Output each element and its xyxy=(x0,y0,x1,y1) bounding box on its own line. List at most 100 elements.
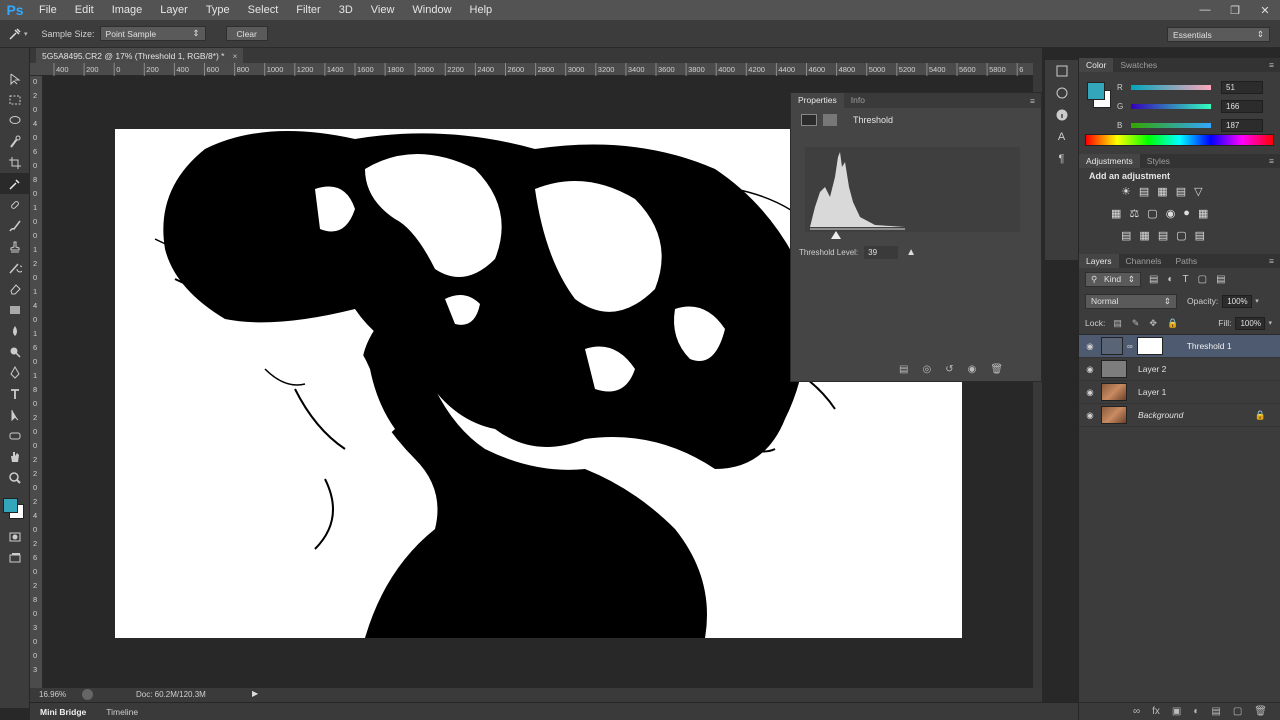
tab-info[interactable]: Info xyxy=(844,93,872,108)
menu-help[interactable]: Help xyxy=(461,0,502,20)
photo-filter-icon[interactable]: ◉ xyxy=(1166,207,1176,220)
close-icon[interactable]: ✕ xyxy=(1250,0,1280,20)
tab-paths[interactable]: Paths xyxy=(1168,254,1204,268)
menu-3d[interactable]: 3D xyxy=(330,0,362,20)
visibility-icon[interactable]: ◉ xyxy=(968,364,977,375)
delete-icon[interactable]: 🗑 xyxy=(990,364,1003,375)
adjustment-icon[interactable] xyxy=(801,114,817,126)
zoom-level[interactable]: 16.96% xyxy=(39,690,66,699)
opacity-chevron-icon[interactable]: ▾ xyxy=(1255,297,1259,305)
tab-mini-bridge[interactable]: Mini Bridge xyxy=(30,707,96,717)
menu-type[interactable]: Type xyxy=(197,0,239,20)
blue-slider[interactable] xyxy=(1131,123,1211,128)
sample-size-dropdown[interactable]: Point Sample ⇕ xyxy=(99,26,206,41)
close-tab-icon[interactable]: × xyxy=(233,51,238,61)
tab-styles[interactable]: Styles xyxy=(1140,154,1177,168)
channel-mixer-icon[interactable]: ● xyxy=(1183,207,1190,220)
move-tool-icon[interactable] xyxy=(0,68,30,89)
lock-position-icon[interactable]: ✥ xyxy=(1149,318,1157,329)
invert-icon[interactable]: ▤ xyxy=(1121,229,1131,242)
history-icon[interactable] xyxy=(1045,60,1078,82)
workspace-dropdown[interactable]: Essentials ⇕ xyxy=(1167,27,1270,42)
filter-shape-icon[interactable]: ▢ xyxy=(1198,274,1207,285)
menu-file[interactable]: File xyxy=(30,0,66,20)
gradient-map-icon[interactable]: ▤ xyxy=(1195,229,1205,242)
vibrance-icon[interactable]: ▽ xyxy=(1194,185,1202,198)
color-spectrum-ramp[interactable] xyxy=(1085,134,1274,146)
screen-mode-icon[interactable] xyxy=(0,547,30,568)
pen-tool-icon[interactable] xyxy=(0,362,30,383)
chain-link-icon[interactable]: ∞ xyxy=(1127,342,1133,351)
history-brush-tool-icon[interactable] xyxy=(0,257,30,278)
color-balance-icon[interactable]: ⚖ xyxy=(1129,207,1139,220)
layer-mask-thumbnail[interactable] xyxy=(1136,337,1163,355)
character-icon[interactable]: A xyxy=(1045,126,1078,148)
filter-pixel-icon[interactable]: ▤ xyxy=(1149,274,1158,285)
new-group-icon[interactable]: ▤ xyxy=(1211,706,1220,717)
link-layers-icon[interactable]: ∞ xyxy=(1133,706,1140,717)
clear-button[interactable]: Clear xyxy=(225,26,268,41)
tab-properties[interactable]: Properties xyxy=(791,93,844,108)
filter-smart-object-icon[interactable]: ▤ xyxy=(1216,274,1225,285)
layer-row-background[interactable]: ◉ Background 🔒 xyxy=(1079,404,1280,427)
selective-color-icon[interactable]: ▢ xyxy=(1176,229,1186,242)
fill-chevron-icon[interactable]: ▾ xyxy=(1268,319,1272,327)
new-layer-icon[interactable]: ▢ xyxy=(1233,706,1242,717)
paragraph-icon[interactable]: ¶ xyxy=(1045,148,1078,170)
tab-adjustments[interactable]: Adjustments xyxy=(1079,154,1140,168)
clone-stamp-tool-icon[interactable] xyxy=(0,236,30,257)
crop-tool-icon[interactable] xyxy=(0,152,30,173)
fill-input[interactable]: 100% xyxy=(1235,316,1266,330)
eraser-tool-icon[interactable] xyxy=(0,278,30,299)
opacity-input[interactable]: 100% xyxy=(1222,294,1253,308)
blue-value[interactable]: 187 xyxy=(1221,119,1263,132)
levels-icon[interactable]: ▤ xyxy=(1139,185,1149,198)
document-tab[interactable]: 5G5A8495.CR2 @ 17% (Threshold 1, RGB/8*)… xyxy=(36,48,244,63)
blend-mode-dropdown[interactable]: Normal ⇕ xyxy=(1085,293,1177,309)
reset-icon[interactable]: ↺ xyxy=(945,364,953,375)
lock-transparent-icon[interactable]: ▤ xyxy=(1113,318,1122,329)
tab-timeline[interactable]: Timeline xyxy=(96,707,148,717)
panel-menu-icon[interactable]: ≡ xyxy=(1269,256,1280,266)
blur-tool-icon[interactable] xyxy=(0,320,30,341)
menu-select[interactable]: Select xyxy=(239,0,288,20)
quick-select-tool-icon[interactable] xyxy=(0,131,30,152)
color-swatches[interactable] xyxy=(0,496,29,526)
panel-menu-icon[interactable]: ≡ xyxy=(1269,156,1280,166)
color-lookup-icon[interactable]: ▦ xyxy=(1198,207,1208,220)
threshold-level-input[interactable]: 39 xyxy=(864,246,899,259)
threshold-icon[interactable]: ▤ xyxy=(1158,229,1168,242)
red-slider[interactable] xyxy=(1131,85,1211,90)
mask-icon[interactable] xyxy=(823,114,837,126)
hand-tool-icon[interactable] xyxy=(0,446,30,467)
lock-all-icon[interactable]: 🔒 xyxy=(1167,318,1178,329)
visibility-eye-icon[interactable]: ◉ xyxy=(1079,364,1101,375)
green-value[interactable]: 166 xyxy=(1221,100,1263,113)
red-value[interactable]: 51 xyxy=(1221,81,1263,94)
quick-mask-icon[interactable] xyxy=(0,526,30,547)
tab-color[interactable]: Color xyxy=(1079,58,1114,72)
menu-view[interactable]: View xyxy=(362,0,404,20)
layer-name[interactable]: Layer 2 xyxy=(1138,364,1166,374)
filter-adjustment-icon[interactable]: ◐ xyxy=(1167,274,1173,285)
healing-brush-tool-icon[interactable] xyxy=(0,194,30,215)
status-menu-arrow-icon[interactable]: ▶ xyxy=(252,689,258,698)
layer-name[interactable]: Background xyxy=(1138,410,1183,420)
threshold-slider-handle[interactable] xyxy=(831,231,841,239)
menu-layer[interactable]: Layer xyxy=(151,0,197,20)
clip-to-layer-icon[interactable]: ▤ xyxy=(899,364,908,375)
shape-tool-icon[interactable] xyxy=(0,425,30,446)
lock-image-icon[interactable]: ✎ xyxy=(1132,318,1140,329)
posterize-icon[interactable]: ▦ xyxy=(1139,229,1149,242)
foreground-color-chip[interactable] xyxy=(1087,82,1105,100)
view-previous-icon[interactable]: ◎ xyxy=(922,364,931,375)
foreground-color-swatch[interactable] xyxy=(3,498,18,513)
marquee-tool-icon[interactable] xyxy=(0,89,30,110)
green-slider[interactable] xyxy=(1131,104,1211,109)
exposure-icon[interactable]: ▤ xyxy=(1176,185,1186,198)
info-icon[interactable] xyxy=(1045,104,1078,126)
panel-menu-icon[interactable]: ≡ xyxy=(1269,60,1280,70)
add-mask-icon[interactable]: ▣ xyxy=(1172,706,1181,717)
tab-channels[interactable]: Channels xyxy=(1119,254,1169,268)
layer-style-icon[interactable]: fx xyxy=(1152,706,1160,717)
